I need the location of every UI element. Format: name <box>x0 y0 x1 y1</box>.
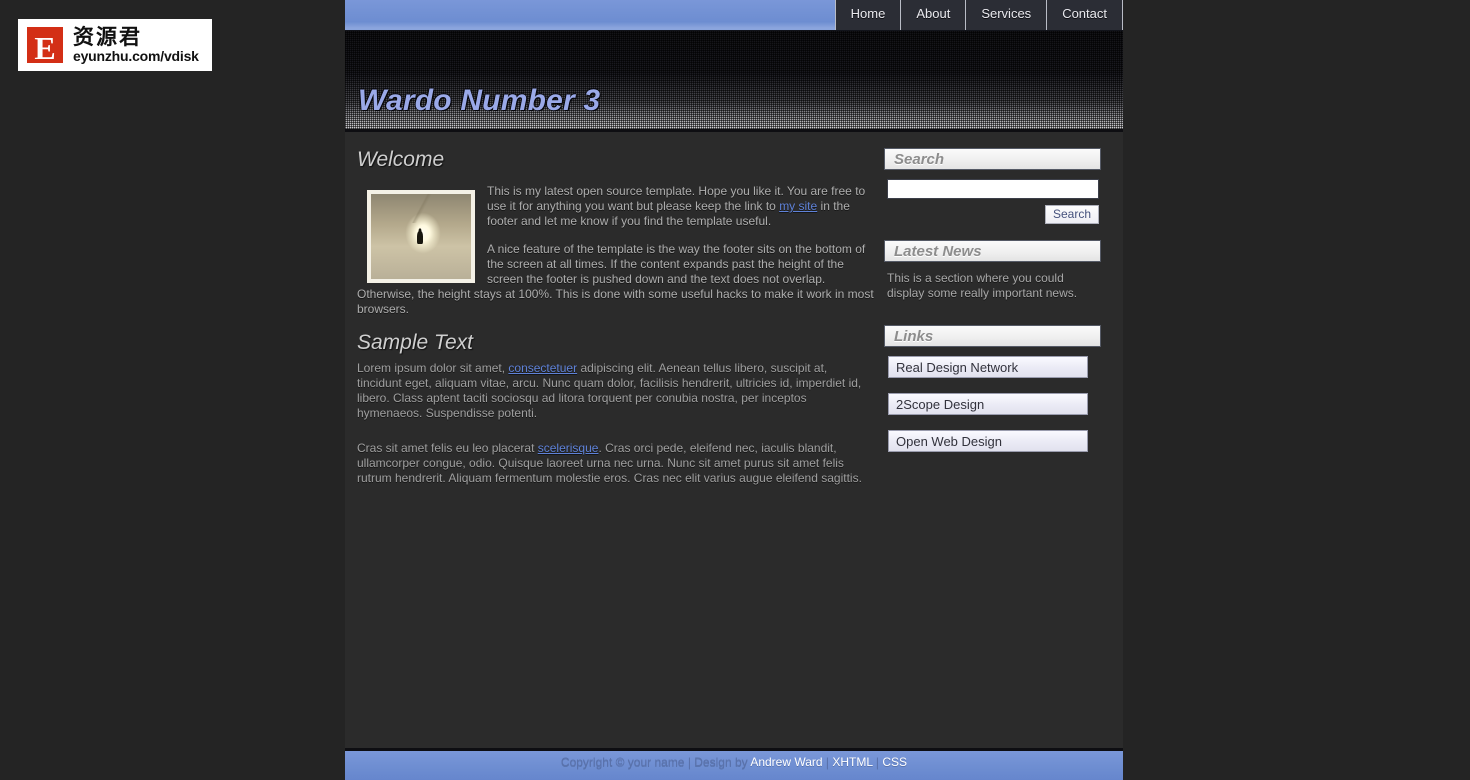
main-content: Welcome This is my latest open source te… <box>345 132 875 506</box>
nav-item-contact[interactable]: Contact <box>1046 0 1123 30</box>
links-heading: Links <box>884 325 1101 347</box>
link-item-real-design-network[interactable]: Real Design Network <box>888 356 1088 378</box>
watermark-badge-letter: E <box>24 24 66 66</box>
sample-text-heading: Sample Text <box>357 331 473 354</box>
tunnel-photo-thumbnail <box>367 190 475 283</box>
nav-blue-filler <box>345 0 835 30</box>
author-link[interactable]: Andrew Ward <box>750 755 822 769</box>
nav-item-list: Home About Services Contact <box>834 0 1123 30</box>
main-navigation: Home About Services Contact <box>345 0 1123 31</box>
my-site-link[interactable]: my site <box>779 199 817 213</box>
links-list: Real Design Network 2Scope Design Open W… <box>884 356 1101 452</box>
footer-text: Copyright © your name | Design by Andrew… <box>345 751 1123 771</box>
footer-separator-1: | <box>822 755 833 769</box>
search-heading: Search <box>884 148 1101 170</box>
scelerisque-link[interactable]: scelerisque <box>538 441 599 455</box>
latest-news-heading: Latest News <box>884 240 1101 262</box>
site-title: Wardo Number 3 <box>358 84 601 117</box>
lorem-paragraph-1: Lorem ipsum dolor sit amet, consectetuer… <box>357 361 875 421</box>
page-container: Home About Services Contact Wardo Number… <box>345 0 1123 780</box>
lorem2-before: Cras sit amet felis eu leo placerat <box>357 441 538 455</box>
css-link[interactable]: CSS <box>882 755 907 769</box>
consectetuer-link[interactable]: consectetuer <box>508 361 577 375</box>
welcome-heading: Welcome <box>357 148 445 171</box>
lorem1-before: Lorem ipsum dolor sit amet, <box>357 361 509 375</box>
xhtml-link[interactable]: XHTML <box>832 755 872 769</box>
watermark-chinese-text: 资源君 <box>73 25 142 49</box>
body-columns: Welcome This is my latest open source te… <box>345 132 1123 506</box>
footer-separator-2: | <box>872 755 883 769</box>
site-watermark-logo: E 资源君 eyunzhu.com/vdisk <box>18 19 212 71</box>
watermark-text-block: 资源君 eyunzhu.com/vdisk <box>73 26 199 64</box>
intro-block: This is my latest open source template. … <box>357 184 875 317</box>
latest-news-text: This is a section where you could displa… <box>887 271 1078 300</box>
site-footer: Copyright © your name | Design by Andrew… <box>345 748 1123 780</box>
nav-item-home[interactable]: Home <box>834 0 901 30</box>
footer-copyright: Copyright © your name | Design by <box>560 755 751 769</box>
nav-item-about[interactable]: About <box>900 0 966 30</box>
lorem-paragraph-2: Cras sit amet felis eu leo placerat scel… <box>357 441 875 486</box>
search-input[interactable] <box>887 179 1099 199</box>
sidebar: Search Search Latest News This is a sect… <box>875 132 1111 506</box>
nav-item-services[interactable]: Services <box>965 0 1047 30</box>
header-banner: Wardo Number 3 <box>345 31 1123 132</box>
watermark-url-text: eyunzhu.com/vdisk <box>73 48 199 64</box>
link-item-open-web-design[interactable]: Open Web Design <box>888 430 1088 452</box>
search-button[interactable]: Search <box>1044 205 1099 224</box>
link-item-2scope-design[interactable]: 2Scope Design <box>888 393 1088 415</box>
